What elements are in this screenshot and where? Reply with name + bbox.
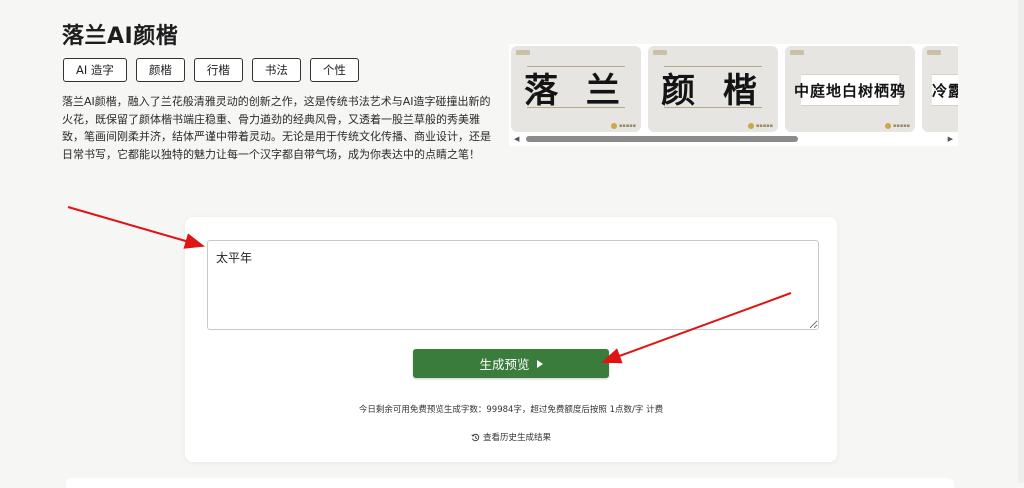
history-label: 查看历史生成结果	[482, 433, 551, 443]
scroll-left-icon[interactable]: ◀	[514, 135, 519, 143]
generate-preview-button[interactable]: 生成预览	[413, 349, 609, 378]
page-scrollbar-gutter	[1018, 0, 1024, 483]
brand-mark: ▪▪▪▪▪	[748, 123, 773, 129]
sample-text: 中庭地白树栖鸦	[794, 81, 907, 100]
brand-mark: ▪▪▪▪▪	[885, 123, 910, 129]
sample-thumb-3[interactable]: 中庭地白树栖鸦 ▪▪▪▪▪	[785, 46, 915, 132]
thumb-badge	[516, 50, 530, 55]
sample-text: 冷露	[932, 81, 958, 100]
generate-label: 生成预览	[479, 358, 530, 372]
tag-ai-zaozi[interactable]: AI 造字	[63, 58, 127, 82]
scroll-track[interactable]	[525, 136, 942, 142]
generator-card: 生成预览 今日剩余可用免费预览生成字数：99984字，超过免费额度后按照 1点数…	[185, 217, 837, 462]
history-link[interactable]: 查看历史生成结果	[185, 431, 837, 443]
sample-text: 颜 楷	[661, 70, 765, 111]
scroll-thumb[interactable]	[526, 136, 798, 142]
next-section-edge	[66, 478, 954, 488]
sample-thumb-1[interactable]: 落 兰 ▪▪▪▪▪	[511, 46, 641, 132]
sample-gallery: 落 兰 ▪▪▪▪▪ 颜 楷 ▪▪▪▪▪ 中庭地白树栖鸦 ▪▪▪▪▪ 冷露 ◀ ▶	[509, 44, 958, 146]
thumb-badge	[790, 50, 804, 55]
gallery-scrollbar[interactable]: ◀ ▶	[509, 134, 958, 144]
page-title: 落兰AI颜楷	[62, 24, 179, 49]
quota-info: 今日剩余可用免费预览生成字数：99984字，超过免费额度后按照 1点数/字 计费	[358, 405, 664, 415]
text-input[interactable]	[207, 240, 819, 330]
sample-thumb-4[interactable]: 冷露	[922, 46, 958, 132]
tag-xingkai[interactable]: 行楷	[193, 58, 243, 82]
thumb-badge	[653, 50, 667, 55]
tag-yankai[interactable]: 颜楷	[135, 58, 185, 82]
tag-shufa[interactable]: 书法	[251, 58, 301, 82]
history-icon	[471, 433, 480, 441]
sample-text: 落 兰	[524, 70, 628, 111]
scroll-right-icon[interactable]: ▶	[948, 135, 953, 143]
thumb-badge	[927, 50, 941, 55]
tag-gexing[interactable]: 个性	[309, 58, 359, 82]
play-icon	[536, 359, 543, 368]
brand-mark: ▪▪▪▪▪	[611, 123, 636, 129]
tag-list: AI 造字 颜楷 行楷 书法 个性	[63, 58, 359, 82]
annotation-arrow-input	[67, 206, 205, 249]
sample-thumb-2[interactable]: 颜 楷 ▪▪▪▪▪	[648, 46, 778, 132]
font-description: 落兰AI颜楷，融入了兰花般清雅灵动的创新之作，这是传统书法艺术与AI造字碰撞出新…	[62, 95, 491, 161]
